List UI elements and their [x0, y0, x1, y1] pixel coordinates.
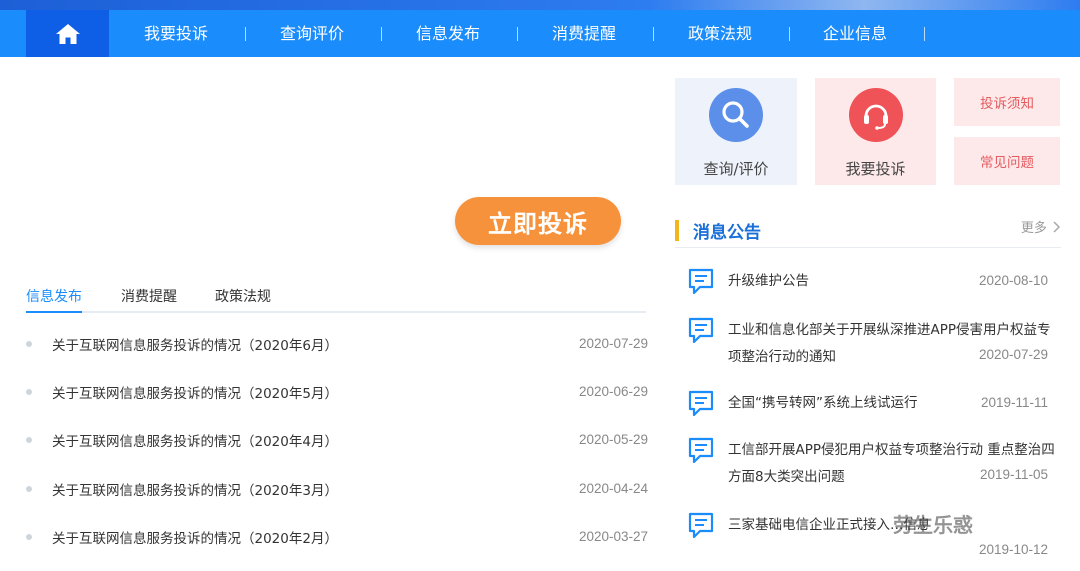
notice-date: 2020-07-29 [978, 347, 1048, 362]
nav-item-enterprise[interactable]: 企业信息 [795, 10, 915, 57]
tile-label: 查询/评价 [703, 160, 769, 178]
notice-item[interactable]: 工业和信息化部关于开展纵深推进APP侵害用户权益专项整治行动的通知 2020-0… [688, 317, 1051, 373]
complain-now-button[interactable]: 立即投诉 [455, 197, 621, 245]
nav-item-complain[interactable]: 我要投诉 [116, 10, 236, 57]
info-tabs: 信息发布 消费提醒 政策法规 [26, 276, 646, 313]
news-title[interactable]: 关于互联网信息服务投诉的情况（2020年4月） [52, 430, 338, 450]
notice-item[interactable]: 三家基础电信企业正式接入…信息服务投诉… 2019-10-12 [688, 512, 1048, 564]
bullet [26, 389, 32, 395]
news-title[interactable]: 关于互联网信息服务投诉的情况（2020年3月） [52, 479, 338, 499]
tab-reminder[interactable]: 消费提醒 [121, 286, 177, 306]
news-item[interactable]: 关于互联网信息服务投诉的情况（2020年3月） 2020-04-24 [26, 476, 648, 500]
complaint-notice-button[interactable]: 投诉须知 [954, 78, 1060, 126]
news-title[interactable]: 关于互联网信息服务投诉的情况（2020年6月） [52, 334, 338, 354]
main-nav: 我要投诉 查询评价 信息发布 消费提醒 政策法规 企业信息 [0, 10, 1080, 57]
notice-text[interactable]: 工业和信息化部关于开展纵深推进APP侵害用户权益专项整治行动的通知 [728, 317, 1058, 371]
faq-button[interactable]: 常见问题 [954, 137, 1060, 185]
notice-date: 2019-10-12 [978, 542, 1048, 557]
news-item[interactable]: 关于互联网信息服务投诉的情况（2020年4月） 2020-05-29 [26, 427, 648, 451]
tab-info[interactable]: 信息发布 [26, 286, 82, 306]
news-date: 2020-04-24 [578, 481, 648, 496]
news-date: 2020-03-27 [578, 529, 648, 544]
message-icon [688, 268, 714, 294]
search-icon [709, 88, 763, 142]
notice-item[interactable]: 全国“携号转网”系统上线试运行 2019-11-11 [688, 390, 1048, 420]
complain-tile[interactable]: 我要投诉 [815, 78, 936, 185]
active-tab-indicator [26, 311, 82, 313]
nav-separator [653, 27, 654, 41]
nav-separator [245, 27, 246, 41]
notices-title: 消息公告 [693, 223, 761, 243]
query-evaluate-tile[interactable]: 查询/评价 [675, 78, 797, 185]
notices-header: 消息公告 更多 [675, 216, 1061, 248]
news-item[interactable]: 关于互联网信息服务投诉的情况（2020年2月） 2020-03-27 [26, 524, 648, 548]
nav-separator [924, 27, 925, 41]
headset-icon [849, 88, 903, 142]
message-icon [688, 437, 714, 463]
bullet [26, 437, 32, 443]
notice-item[interactable]: 工信部开展APP侵犯用户权益专项整治行动 重点整治四方面8大类突出问题 2019… [688, 437, 1055, 493]
watermark: 劳生乐惑 [893, 513, 973, 537]
notice-text[interactable]: 工信部开展APP侵犯用户权益专项整治行动 重点整治四方面8大类突出问题 [728, 437, 1058, 491]
top-banner-strip [0, 0, 1080, 10]
more-link[interactable]: 更多 [1021, 217, 1061, 236]
message-icon [688, 512, 714, 538]
nav-separator [789, 27, 790, 41]
message-icon [688, 390, 714, 416]
notice-item[interactable]: 升级维护公告 2020-08-10 [688, 268, 1048, 298]
notice-date: 2019-11-05 [979, 467, 1048, 482]
accent-bar [675, 220, 679, 241]
tab-policy[interactable]: 政策法规 [215, 286, 271, 306]
news-date: 2020-07-29 [578, 336, 648, 351]
home-icon [55, 23, 80, 44]
news-item[interactable]: 关于互联网信息服务投诉的情况（2020年6月） 2020-07-29 [26, 331, 648, 355]
chevron-right-icon [1053, 221, 1061, 233]
bullet [26, 534, 32, 540]
news-title[interactable]: 关于互联网信息服务投诉的情况（2020年5月） [52, 382, 338, 402]
nav-item-info[interactable]: 信息发布 [388, 10, 508, 57]
nav-item-query[interactable]: 查询评价 [252, 10, 372, 57]
nav-separator [517, 27, 518, 41]
nav-item-policy[interactable]: 政策法规 [660, 10, 780, 57]
more-label[interactable]: 更多 [1021, 221, 1047, 236]
bullet [26, 486, 32, 492]
nav-home-button[interactable] [26, 10, 109, 57]
news-date: 2020-06-29 [578, 384, 648, 399]
news-item[interactable]: 关于互联网信息服务投诉的情况（2020年5月） 2020-06-29 [26, 379, 648, 403]
message-icon [688, 317, 714, 343]
notice-date: 2020-08-10 [978, 273, 1048, 288]
news-title[interactable]: 关于互联网信息服务投诉的情况（2020年2月） [52, 527, 338, 547]
bullet [26, 341, 32, 347]
news-date: 2020-05-29 [578, 432, 648, 447]
nav-separator [381, 27, 382, 41]
nav-item-reminder[interactable]: 消费提醒 [524, 10, 644, 57]
tile-label: 我要投诉 [845, 160, 906, 178]
notice-date: 2019-11-11 [980, 395, 1048, 410]
